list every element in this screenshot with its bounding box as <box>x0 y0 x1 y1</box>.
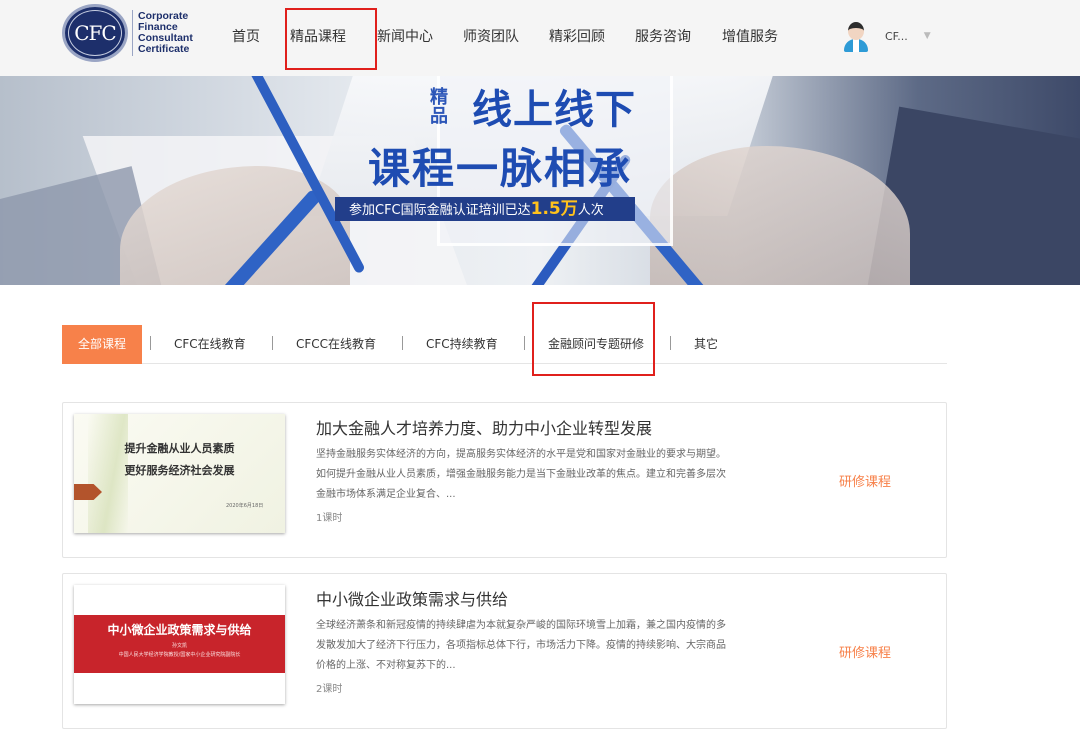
tab-other[interactable]: 其它 <box>694 325 718 364</box>
logo-wordmark: Corporate Finance Consultant Certificate <box>138 10 193 55</box>
annotation-box-nav <box>285 8 377 70</box>
thumbnail-date: 2020年6月18日 <box>226 503 264 509</box>
tab-separator <box>402 336 403 350</box>
site-header: CFC Corporate Finance Consultant Certifi… <box>0 0 1080 76</box>
user-name[interactable]: CF... <box>885 30 908 43</box>
banner-badge: 精品 <box>430 87 448 127</box>
nav-consult[interactable]: 服务咨询 <box>635 26 691 50</box>
thumbnail-affiliation: 中国人民大学经济学院教授/国家中小企业研究院副院长 <box>118 652 241 658</box>
course-description: 坚持金融服务实体经济的方向，提高服务实体经济的水平是党和国家对金融业的要求与期望… <box>316 449 726 500</box>
banner-headline-1: 线上线下 <box>472 87 636 133</box>
cfc-seal-icon: CFC <box>62 4 128 62</box>
logo-divider <box>132 10 133 56</box>
thumbnail-line-1: 提升金融从业人员素质 <box>124 442 235 455</box>
tab-cfcc-online[interactable]: CFCC在线教育 <box>296 325 376 364</box>
course-title[interactable]: 加大金融人才培养力度、助力中小企业转型发展 <box>316 415 652 439</box>
nav-teachers[interactable]: 师资团队 <box>463 26 519 50</box>
tab-separator <box>150 336 151 350</box>
course-type-link[interactable]: 研修课程 <box>839 642 891 661</box>
course-card[interactable]: 中小微企业政策需求与供给 孙文凯 中国人民大学经济学院教授/国家中小企业研究院副… <box>62 573 947 729</box>
avatar[interactable] <box>842 20 870 52</box>
course-title[interactable]: 中小微企业政策需求与供给 <box>316 586 508 610</box>
thumbnail-line-2: 更好服务经济社会发展 <box>124 464 235 477</box>
banner-stat-strip: 参加CFC国际金融认证培训已达1.5万人次 <box>335 197 635 221</box>
annotation-box-tab <box>532 302 655 376</box>
tab-all-courses[interactable]: 全部课程 <box>62 325 142 364</box>
tab-cfc-continuing[interactable]: CFC持续教育 <box>426 325 498 364</box>
course-category-tabs: 全部课程 CFC在线教育 CFCC在线教育 CFC持续教育 金融顾问专题研修 其… <box>62 322 947 364</box>
course-hours: 2课时 <box>316 684 343 695</box>
course-description: 全球经济萧条和新冠疫情的持续肆虐为本就复杂严峻的国际环境雪上加霜，兼之国内疫情的… <box>316 620 726 671</box>
course-thumbnail[interactable]: 中小微企业政策需求与供给 孙文凯 中国人民大学经济学院教授/国家中小企业研究院副… <box>74 585 285 704</box>
hand-image <box>650 146 910 285</box>
course-hours: 1课时 <box>316 513 343 524</box>
tab-separator <box>670 336 671 350</box>
tab-separator <box>524 336 525 350</box>
course-card[interactable]: 提升金融从业人员素质 更好服务经济社会发展 2020年6月18日 加大金融人才培… <box>62 402 947 558</box>
chevron-down-icon[interactable]: ▼ <box>924 31 931 41</box>
user-menu[interactable]: CF... ▼ <box>842 20 931 52</box>
thumbnail-title: 中小微企业政策需求与供给 <box>107 623 252 637</box>
course-type-link[interactable]: 研修课程 <box>839 471 891 490</box>
cfc-logo[interactable]: CFC Corporate Finance Consultant Certifi… <box>62 4 202 62</box>
hero-banner[interactable]: 精品 线上线下 课程一脉相承 参加CFC国际金融认证培训已达1.5万人次 <box>0 76 1080 285</box>
nav-home[interactable]: 首页 <box>232 26 260 50</box>
nav-value-added[interactable]: 增值服务 <box>722 26 778 50</box>
thumbnail-author: 孙文凯 <box>171 643 187 649</box>
course-thumbnail[interactable]: 提升金融从业人员素质 更好服务经济社会发展 2020年6月18日 <box>74 414 285 533</box>
nav-review[interactable]: 精彩回顾 <box>549 26 605 50</box>
banner-headline-2: 课程一脉相承 <box>368 144 633 193</box>
nav-news[interactable]: 新闻中心 <box>377 26 433 50</box>
tab-separator <box>272 336 273 350</box>
tab-cfc-online[interactable]: CFC在线教育 <box>174 325 246 364</box>
banner-stat-number: 1.5万 <box>530 199 578 219</box>
